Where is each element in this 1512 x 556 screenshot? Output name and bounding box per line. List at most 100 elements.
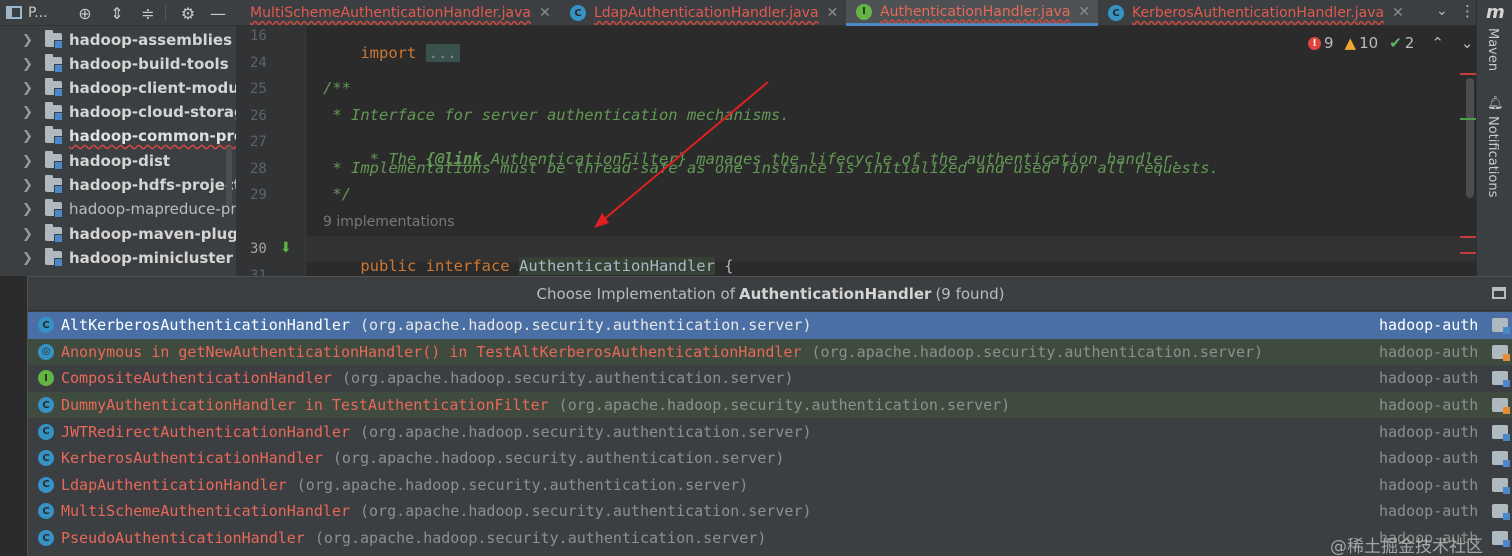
module-folder-icon [45,224,63,243]
tab-kerberos[interactable]: C KerberosAuthenticationHandler.java ✕ [1098,0,1428,26]
tree-item[interactable]: ❯ hadoop-mapreduce-project [0,197,236,221]
notifications-tool-button[interactable]: Notifications [1485,116,1500,197]
tree-item[interactable]: ❯ hadoop-maven-plugins [0,222,236,246]
project-tool-window-title[interactable]: P... [6,5,48,21]
implementation-row[interactable]: C DummyAuthenticationHandler in TestAuth… [28,391,1512,419]
class-icon: C [38,530,54,547]
module-icon [1492,531,1510,548]
line-number: 16 [250,28,267,44]
inspection-widget[interactable]: ! 9 ▲ 10 ✔ 2 ⌃ ⌄ [1308,34,1473,52]
class-icon: C [38,503,54,520]
module-folder-icon [45,78,63,97]
implementation-row[interactable]: C AltKerberosAuthenticationHandler (org.a… [28,312,1512,339]
implementation-row[interactable]: C PseudoAuthenticationHandler (org.apache… [28,525,1512,552]
tree-item[interactable]: ❯ hadoop-dist [0,149,236,173]
implemented-gutter-icon[interactable]: ⬇ [280,240,292,256]
project-window-icon [6,6,22,19]
test-module-icon [1492,344,1510,361]
module-folder-icon [45,199,63,218]
tree-scrollbar[interactable] [226,146,232,206]
expand-arrow-icon[interactable]: ❯ [22,129,33,144]
expand-arrow-icon[interactable]: ❯ [22,154,33,169]
tree-item[interactable]: ❯ hadoop-minicluster [0,246,236,270]
error-icon: ! [1308,36,1321,50]
expand-arrow-icon[interactable]: ❯ [22,227,33,242]
tab-authenticationhandler[interactable]: I AuthenticationHandler.java ✕ [846,0,1098,26]
line-number: 29 [250,187,267,203]
line-number: 28 [250,161,267,177]
close-icon[interactable]: ✕ [827,5,839,21]
project-toolbar: P... ⊕ ⇕ ≑ ⚙ — [0,0,236,26]
editor-scrollbar[interactable] [1466,78,1474,198]
line-number: 24 [250,55,267,71]
chevron-up-icon[interactable]: ⌃ [1431,34,1444,52]
bell-icon[interactable]: 🔔︎ [1487,96,1504,111]
module-folder-icon [45,248,63,267]
code-editor[interactable]: import ... /** * Interface for server au… [306,26,1476,276]
expand-arrow-icon[interactable]: ❯ [22,251,33,266]
implementation-row[interactable]: C LdapAuthenticationHandler (org.apache.h… [28,472,1512,499]
maven-tool-button[interactable]: Maven [1485,28,1500,71]
expand-arrow-icon[interactable]: ❯ [22,105,33,120]
line-number: 25 [250,81,267,97]
open-in-window-icon[interactable] [1492,287,1506,299]
watermark: @稀土掘金技术社区 [1330,537,1483,556]
more-tabs-chevron-icon[interactable]: ⌄ [1436,3,1448,19]
test-module-icon [1492,398,1510,415]
tree-item[interactable]: ❯ hadoop-common-project [0,124,236,148]
interface-icon: I [38,370,54,387]
tab-ldap[interactable]: C LdapAuthenticationHandler.java ✕ [560,0,846,26]
implementation-row[interactable]: C JWTRedirectAuthenticationHandler (org.a… [28,418,1512,445]
tree-item[interactable]: ❯ hadoop-hdfs-project [0,173,236,197]
errors-count: ! 9 [1308,34,1334,52]
line-number: 27 [250,134,267,150]
annotation-arrow [594,81,769,228]
implementation-row[interactable]: C MultiSchemeAuthenticationHandler (org.a… [28,498,1512,525]
ok-count: ✔ 2 [1389,34,1415,52]
module-icon [1492,504,1510,521]
class-icon: C [1108,5,1124,21]
module-icon [1492,451,1510,468]
implementation-row[interactable]: ◎ Anonymous in getNewAuthenticationHandl… [28,338,1512,366]
tree-item[interactable]: ❯ hadoop-cloud-storage [0,100,236,124]
tree-item[interactable]: ❯ hadoop-client-modules [0,76,236,100]
module-folder-icon [45,151,63,170]
editor-gutter: 16 24 25 26 27 28 29 30 31 ⬇ ⊞ [236,26,321,284]
maven-icon[interactable]: m [1486,2,1505,23]
warnings-count: ▲ 10 [1344,34,1379,52]
locate-icon[interactable]: ⊕ [74,2,96,24]
class-icon: C [38,423,54,440]
expand-arrow-icon[interactable]: ❯ [22,178,33,193]
more-options-icon[interactable]: ⋮ [1460,2,1475,20]
check-icon: ✔ [1389,34,1402,52]
popup-title: Choose Implementation of AuthenticationH… [28,277,1512,311]
module-folder-icon [45,102,63,121]
module-folder-icon [45,54,63,73]
editor-tab-bar: MultiSchemeAuthenticationHandler.java ✕ … [236,0,1476,26]
anonymous-class-icon: ◎ [38,343,54,360]
tree-item[interactable]: ❯ hadoop-assemblies [0,28,236,52]
close-icon[interactable]: ✕ [1078,4,1090,20]
module-icon [1492,477,1510,494]
abstract-class-icon: C [38,317,54,334]
gear-icon[interactable]: ⚙ [177,2,199,24]
expand-all-icon[interactable]: ⇕ [106,2,128,24]
collapse-all-icon[interactable]: ≑ [137,2,159,24]
module-icon [1492,318,1510,335]
tab-multischeme[interactable]: MultiSchemeAuthenticationHandler.java ✕ [236,0,560,26]
hide-icon[interactable]: — [207,2,229,24]
expand-arrow-icon[interactable]: ❯ [22,33,33,48]
tree-item[interactable]: ❯ hadoop-build-tools [0,52,236,76]
expand-arrow-icon[interactable]: ❯ [22,202,33,217]
expand-arrow-icon[interactable]: ❯ [22,81,33,96]
choose-implementation-popup: Choose Implementation of AuthenticationH… [27,276,1512,556]
close-icon[interactable]: ✕ [539,5,551,21]
implementation-row[interactable]: C KerberosAuthenticationHandler (org.apac… [28,445,1512,472]
interface-icon: I [856,3,872,20]
expand-arrow-icon[interactable]: ❯ [22,57,33,72]
chevron-down-icon[interactable]: ⌄ [1461,34,1474,52]
module-icon [1492,424,1510,441]
close-icon[interactable]: ✕ [1392,5,1404,21]
module-icon [1492,371,1510,388]
implementation-row[interactable]: I CompositeAuthenticationHandler (org.apa… [28,365,1512,392]
